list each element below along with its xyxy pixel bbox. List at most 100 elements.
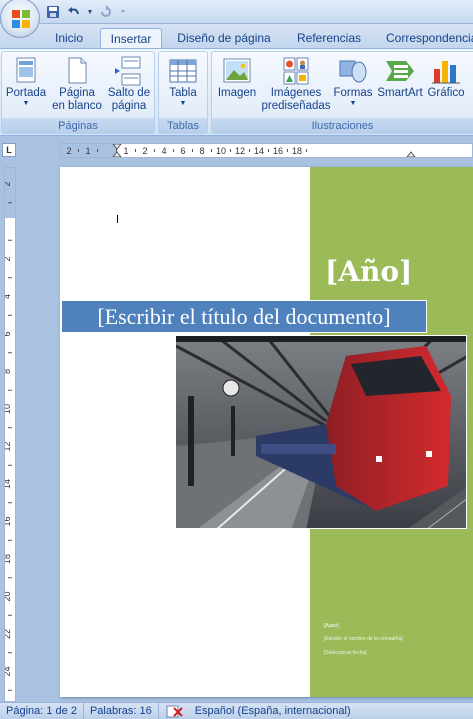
- ruler-tick-label: 8: [199, 146, 204, 156]
- chevron-down-icon: ▼: [22, 100, 30, 107]
- vertical-ruler-tick-label: 24: [5, 666, 12, 676]
- pagina-en-blanco-button[interactable]: Página en blanco: [51, 55, 103, 113]
- undo-dropdown-icon[interactable]: ▼: [86, 4, 94, 21]
- smartart-label: SmartArt: [377, 87, 423, 99]
- ruler-tick-label: 12: [235, 146, 245, 156]
- formas-label: Formas: [333, 87, 373, 99]
- word-count-status[interactable]: Palabras: 16: [84, 702, 159, 719]
- save-icon[interactable]: [44, 4, 62, 21]
- dropdown-arrow-icon[interactable]: ⁼: [118, 4, 128, 21]
- imagenes-predisenadas-label-2: prediseñadas: [261, 100, 331, 112]
- grafico-label: Gráfico: [427, 87, 465, 99]
- ruler-margin-top: [5, 168, 15, 218]
- vertical-ruler-tick-label: 20: [5, 591, 12, 601]
- date-placeholder[interactable]: [Seleccionar fecha]: [324, 650, 367, 656]
- group-label-ilustraciones: Ilustraciones: [212, 118, 473, 133]
- ruler-tick-label: 18: [292, 146, 302, 156]
- smartart-icon: [386, 61, 414, 81]
- vertical-ruler-tick-label: 4: [5, 294, 12, 299]
- horizontal-ruler[interactable]: 2 1 1 2 4 6 8 10 12 14 16 18: [60, 143, 473, 158]
- text-cursor: [117, 215, 118, 223]
- vertical-ruler-tick-label: 2: [5, 181, 12, 186]
- ruler-tick-label: 1: [85, 146, 90, 156]
- imagenes-predisenadas-button[interactable]: Imágenes prediseñadas: [260, 55, 332, 113]
- undo-icon[interactable]: [65, 4, 83, 21]
- title-bar: ▼ ⁼: [0, 0, 473, 38]
- ruler-tick-label: 14: [254, 146, 264, 156]
- blank-page-icon: [68, 57, 87, 84]
- page-count-status[interactable]: Página: 1 de 2: [0, 702, 84, 719]
- vertical-ruler-tick-label: 18: [5, 554, 12, 564]
- picture-icon: [223, 58, 251, 83]
- ribbon-tabs: Inicio Insertar Diseño de página Referen…: [0, 24, 473, 49]
- grafico-button[interactable]: Gráfico: [424, 55, 468, 100]
- formas-button[interactable]: Formas ▼: [332, 55, 374, 108]
- chevron-down-icon: ▼: [349, 100, 357, 107]
- ribbon: Portada ▼ Página en blanco Salto de pági…: [0, 48, 473, 136]
- vertical-ruler-tick-label: 22: [5, 629, 12, 639]
- company-name-placeholder[interactable]: [Escribir el nombre de la compañía]: [324, 636, 403, 642]
- shapes-icon: [339, 60, 367, 83]
- office-logo-icon: [12, 10, 30, 28]
- pagina-en-blanco-label-2: en blanco: [52, 100, 102, 112]
- salto-de-pagina-label-2: página: [111, 100, 147, 112]
- table-icon: [169, 59, 197, 83]
- vertical-ruler-area: 224681012141618202224: [0, 163, 22, 702]
- ruler-tick-label: 6: [180, 146, 185, 156]
- tabla-label: Tabla: [169, 87, 197, 99]
- document-area[interactable]: [Año] [Escribir el título del documento]: [22, 163, 473, 702]
- ruler-tick-label: 2: [66, 146, 71, 156]
- train-photo-image: [176, 336, 466, 528]
- ruler-tick-label: 2: [142, 146, 147, 156]
- vertical-ruler-tick-label: 8: [5, 369, 12, 374]
- spellcheck-error-icon[interactable]: [159, 703, 189, 719]
- vertical-ruler-tick-label: 12: [5, 441, 12, 451]
- cover-page-icon: [16, 57, 36, 83]
- imagen-label: Imagen: [217, 87, 257, 99]
- document-page[interactable]: [Año] [Escribir el título del documento]: [60, 167, 473, 697]
- train-station-photo[interactable]: [175, 335, 467, 529]
- group-tablas: Tabla ▼ Tablas: [158, 51, 208, 134]
- imagenes-predisenadas-label: Imágenes: [270, 87, 322, 99]
- tab-insertar[interactable]: Insertar: [100, 28, 162, 49]
- pagina-en-blanco-label: Página: [59, 87, 95, 99]
- tab-correspondencia[interactable]: Correspondencia: [380, 28, 473, 48]
- chevron-down-icon: ▼: [179, 100, 187, 107]
- ruler-tick-label: 16: [273, 146, 283, 156]
- vertical-ruler-tick-label: 10: [5, 404, 12, 414]
- group-label-tablas: Tablas: [159, 118, 207, 133]
- document-title-placeholder[interactable]: [Escribir el título del documento]: [61, 300, 427, 333]
- status-bar: Página: 1 de 2 Palabras: 16 Español (Esp…: [0, 702, 473, 719]
- group-paginas: Portada ▼ Página en blanco Salto de pági…: [1, 51, 155, 134]
- ruler-ticks: 2 1 1 2 4 6 8 10 12 14 16 18: [61, 144, 416, 157]
- vertical-ruler-ticks: 224681012141618202224: [5, 168, 15, 691]
- tabla-button[interactable]: Tabla ▼: [161, 55, 205, 108]
- smartart-button[interactable]: SmartArt: [375, 55, 425, 100]
- language-status[interactable]: Español (España, internacional): [189, 703, 357, 719]
- tab-inicio[interactable]: Inicio: [46, 28, 92, 48]
- portada-label: Portada: [5, 87, 47, 99]
- vertical-ruler-tick-label: 14: [5, 479, 12, 489]
- chart-icon: [432, 61, 460, 84]
- tab-diseno-pagina[interactable]: Diseño de página: [170, 28, 278, 48]
- group-label-paginas: Páginas: [2, 118, 154, 133]
- portada-button[interactable]: Portada ▼: [4, 55, 48, 108]
- vertical-ruler[interactable]: 224681012141618202224: [4, 167, 16, 702]
- ruler-tick-label: 10: [216, 146, 226, 156]
- group-ilustraciones: Imagen Imágenes prediseñadas Formas ▼ Sm…: [211, 51, 473, 134]
- imagen-button[interactable]: Imagen: [214, 55, 260, 100]
- redo-icon[interactable]: [97, 4, 115, 21]
- vertical-ruler-tick-label: 16: [5, 516, 12, 526]
- right-indent-marker-icon[interactable]: [406, 151, 416, 157]
- horizontal-ruler-area: L 2 1 1 2 4 6 8 10 12 14 16 18: [0, 137, 473, 163]
- vertical-ruler-tick-label: 2: [5, 256, 12, 261]
- salto-de-pagina-button[interactable]: Salto de página: [105, 55, 153, 113]
- tab-referencias[interactable]: Referencias: [290, 28, 368, 48]
- tab-selector-button[interactable]: L: [2, 143, 16, 157]
- page-break-icon: [115, 56, 141, 86]
- ruler-tick-label: 4: [161, 146, 166, 156]
- author-placeholder[interactable]: [Autor]: [324, 623, 339, 629]
- year-placeholder[interactable]: [Año]: [325, 255, 412, 288]
- quick-access-toolbar: ▼ ⁼: [44, 3, 128, 21]
- ruler-tick-label: 1: [123, 146, 128, 156]
